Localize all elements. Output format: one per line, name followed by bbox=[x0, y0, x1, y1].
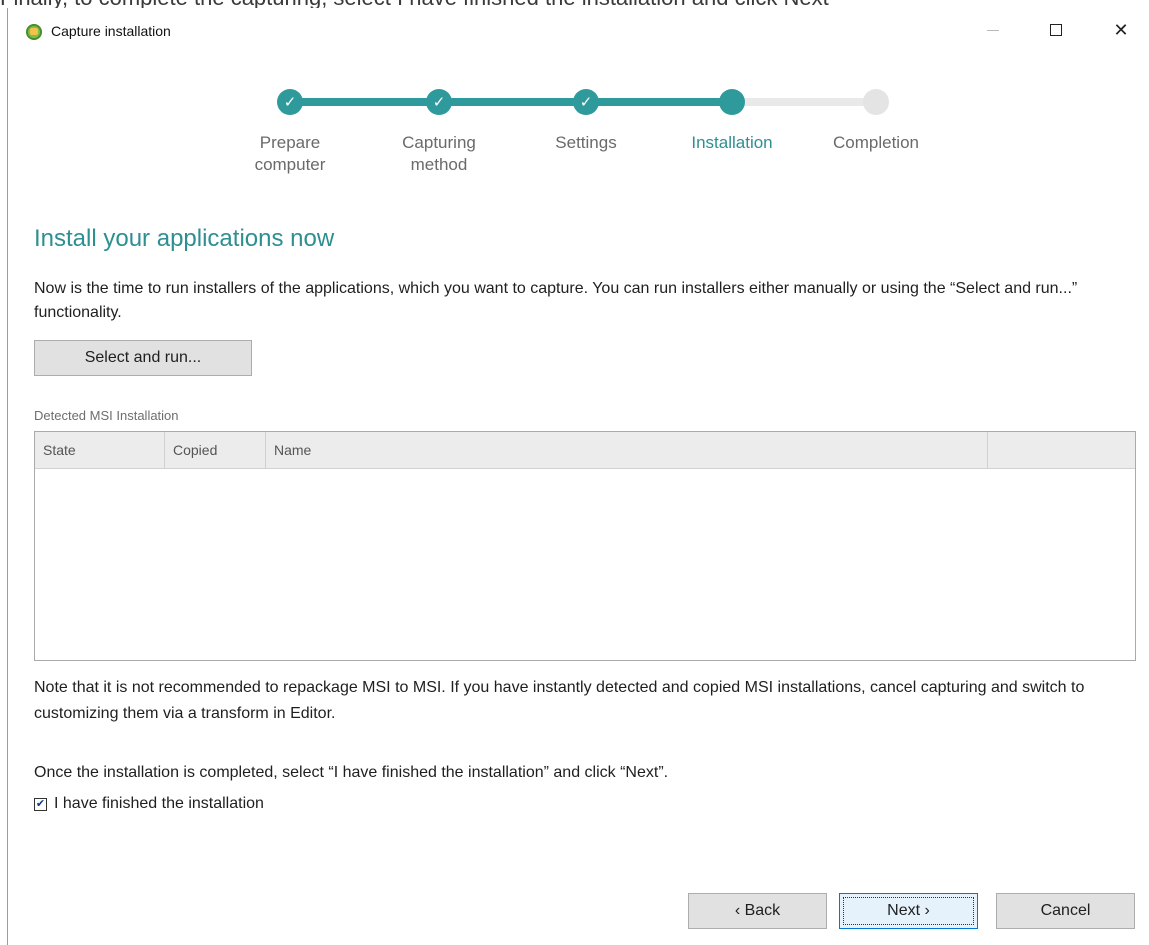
maximize-button[interactable] bbox=[1033, 8, 1079, 52]
step-indicator-3: ✓ bbox=[573, 89, 599, 115]
step-indicator-5 bbox=[863, 89, 889, 115]
window-title: Capture installation bbox=[51, 23, 171, 39]
step-label-5: Completion bbox=[833, 133, 919, 152]
check-icon: ✓ bbox=[579, 93, 593, 111]
select-and-run-label: Select and run... bbox=[84, 349, 202, 366]
finished-checkbox[interactable]: ✔ bbox=[34, 797, 47, 811]
page-description: Now is the time to run installers of the… bbox=[34, 280, 1078, 321]
wizard-stepper: ✓ Prepare computer ✓ Capturing method ✓ Setting… bbox=[8, 68, 1149, 198]
stepper-track-remaining bbox=[732, 98, 876, 106]
next-button-label: Next › bbox=[887, 902, 930, 919]
select-and-run-button[interactable]: Select and run... bbox=[34, 340, 252, 376]
check-icon: ✓ bbox=[432, 93, 446, 111]
column-header-name[interactable]: Name bbox=[266, 432, 988, 468]
step-indicator-4 bbox=[719, 89, 745, 115]
finished-checkbox-row[interactable]: ✔ I have finished the installation bbox=[34, 795, 264, 813]
back-button-label: ‹ Back bbox=[734, 902, 781, 919]
page-heading: Install your applications now bbox=[34, 225, 335, 252]
close-icon: ✕ bbox=[1113, 19, 1129, 40]
column-header-state[interactable]: State bbox=[35, 432, 165, 468]
check-icon: ✓ bbox=[283, 93, 297, 111]
detected-msi-table[interactable]: State Copied Name bbox=[34, 431, 1136, 661]
msi-note: Note that it is not recommended to repac… bbox=[34, 679, 1085, 722]
stepper-track-completed bbox=[290, 98, 732, 106]
cancel-button-label: Cancel bbox=[1040, 902, 1091, 919]
step-label-2: Capturing method bbox=[402, 133, 476, 174]
checkmark-icon: ✔ bbox=[35, 797, 46, 810]
maximize-icon bbox=[1050, 24, 1062, 36]
step-label-1: Prepare computer bbox=[254, 133, 326, 174]
caption-text: Finally, to complete the capturing, sele… bbox=[0, 0, 1149, 8]
column-header-extra[interactable] bbox=[988, 432, 1136, 468]
close-button[interactable]: ✕ bbox=[1098, 8, 1144, 52]
title-bar: Capture installation ✕ bbox=[8, 8, 1149, 52]
step-indicator-1: ✓ bbox=[277, 89, 303, 115]
capture-installation-window: Capture installation ✕ ✓ Prepare computer ✓… bbox=[7, 8, 1149, 945]
step-label-3: Settings bbox=[555, 133, 617, 152]
app-icon bbox=[26, 24, 42, 40]
next-button[interactable]: Next › bbox=[839, 893, 978, 929]
detected-msi-label: Detected MSI Installation bbox=[34, 408, 179, 423]
table-header: State Copied Name bbox=[35, 432, 1135, 469]
step-indicator-2: ✓ bbox=[426, 89, 452, 115]
finish-instruction: Once the installation is completed, sele… bbox=[34, 764, 669, 781]
back-button[interactable]: ‹ Back bbox=[688, 893, 827, 929]
cancel-button[interactable]: Cancel bbox=[996, 893, 1135, 929]
minimize-icon bbox=[987, 29, 999, 31]
column-header-copied[interactable]: Copied bbox=[165, 432, 266, 468]
minimize-button[interactable] bbox=[970, 8, 1016, 52]
finished-checkbox-label[interactable]: I have finished the installation bbox=[54, 795, 264, 813]
step-label-4: Installation bbox=[691, 133, 773, 152]
